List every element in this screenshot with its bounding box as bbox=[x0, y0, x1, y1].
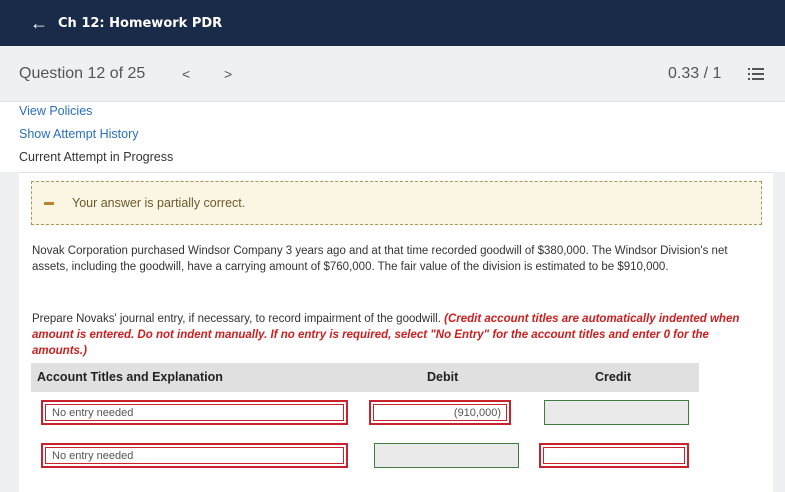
view-policies-link[interactable]: View Policies bbox=[19, 104, 92, 118]
account-title-input-row-1[interactable]: No entry needed bbox=[41, 400, 348, 425]
question-list-icon[interactable] bbox=[748, 67, 764, 81]
attempt-links: View Policies Show Attempt History Curre… bbox=[0, 102, 785, 172]
debit-input-row-2[interactable] bbox=[374, 443, 519, 468]
assignment-title: Ch 12: Homework PDR bbox=[58, 15, 223, 31]
next-question-button[interactable]: > bbox=[224, 66, 232, 82]
question-score: 0.33 / 1 bbox=[668, 65, 722, 82]
arrow-left-icon[interactable]: ← bbox=[30, 14, 48, 32]
question-content: Your answer is partially correct. Novak … bbox=[19, 172, 773, 492]
credit-input-row-2[interactable] bbox=[539, 443, 689, 468]
header-debit: Debit bbox=[427, 370, 459, 384]
account-title-input-row-2[interactable]: No entry needed bbox=[41, 443, 348, 468]
credit-input-row-1[interactable] bbox=[544, 400, 689, 425]
journal-table-header: Account Titles and Explanation Debit Cre… bbox=[31, 363, 699, 392]
problem-prompt: Prepare Novaks' journal entry, if necess… bbox=[32, 311, 757, 359]
attempt-status: Current Attempt in Progress bbox=[19, 150, 174, 164]
header-account-titles: Account Titles and Explanation bbox=[37, 370, 223, 384]
show-attempt-history-link[interactable]: Show Attempt History bbox=[19, 127, 139, 141]
problem-text: Novak Corporation purchased Windsor Comp… bbox=[32, 245, 728, 273]
debit-input-row-1[interactable]: (910,000) bbox=[369, 400, 511, 425]
question-nav-bar: Question 12 of 25 < > 0.33 / 1 bbox=[0, 46, 785, 102]
partial-correct-notice: Your answer is partially correct. bbox=[31, 181, 762, 225]
prompt-text: Prepare Novaks' journal entry, if necess… bbox=[32, 313, 441, 325]
notice-text: Your answer is partially correct. bbox=[72, 196, 246, 210]
question-counter: Question 12 of 25 bbox=[19, 65, 146, 82]
minus-icon bbox=[44, 201, 54, 205]
previous-question-button[interactable]: < bbox=[182, 66, 190, 82]
header-credit: Credit bbox=[595, 370, 632, 384]
top-header: ← Ch 12: Homework PDR bbox=[0, 0, 785, 46]
